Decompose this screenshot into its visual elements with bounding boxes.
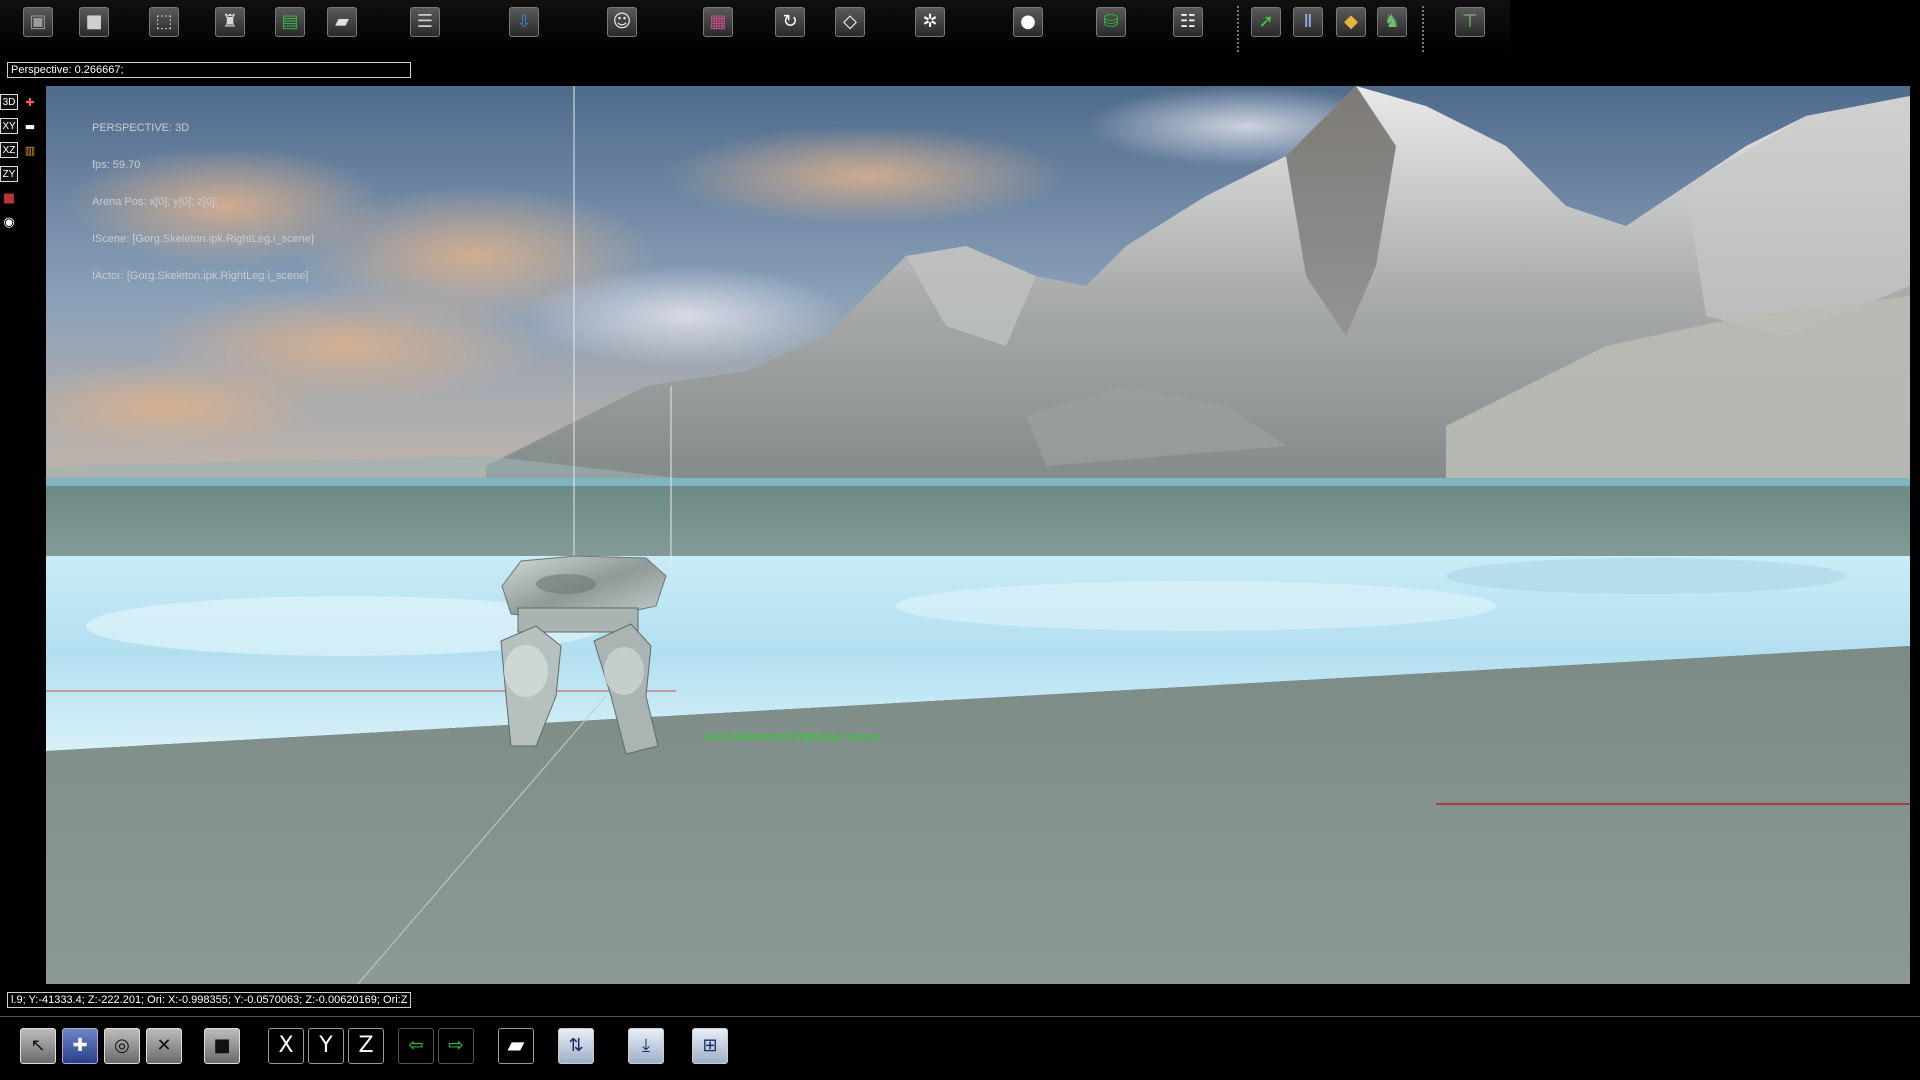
clapper-icon[interactable]: ▰ xyxy=(498,1028,534,1064)
particles-icon: ● xyxy=(1013,7,1043,37)
undo-arrow-icon[interactable]: ⇦ xyxy=(398,1028,434,1064)
axis-y-button[interactable]: Y xyxy=(308,1028,344,1064)
cube-wireframe-button[interactable]: ⬚ xyxy=(146,4,182,40)
hud-fps: fps: 59.70 xyxy=(92,159,141,171)
clapper-board-icon: ▰ xyxy=(327,7,357,37)
hud-iactor: IActor: [Gorg.Skeleton.ipk.RightLeg.i_sc… xyxy=(92,270,309,282)
object-label: Gorg.Skeleton.ipk.RightLeg.i_scene xyxy=(703,731,879,743)
texture-stack-icon: ▦ xyxy=(703,7,733,37)
loop-icon: ↻ xyxy=(775,7,805,37)
layers-stack-icon: ◆ xyxy=(1336,7,1366,37)
eagle-crest-button[interactable]: ♜ xyxy=(212,4,248,40)
rotate-sphere-icon[interactable]: ◎ xyxy=(104,1028,140,1064)
run-figure-button[interactable]: ➚ xyxy=(1248,4,1284,40)
open-folder-icon: ▣ xyxy=(23,7,53,37)
octahedron-icon: ◇ xyxy=(835,7,865,37)
loop-button[interactable]: ↻ xyxy=(772,4,808,40)
theater-masks-button[interactable]: ☺ xyxy=(604,4,640,40)
status-coordinates-field[interactable] xyxy=(7,992,411,1008)
axis-x-button[interactable]: X xyxy=(268,1028,304,1064)
save-icon: ■ xyxy=(79,7,109,37)
sliders-icon: ☷ xyxy=(1173,7,1203,37)
database-icon: ⛁ xyxy=(1096,7,1126,37)
square-icon[interactable]: ■ xyxy=(204,1028,240,1064)
eagle-shield-button[interactable]: ♞ xyxy=(1374,4,1410,40)
save-button[interactable]: ■ xyxy=(76,4,112,40)
clapper-board-button[interactable]: ▰ xyxy=(324,4,360,40)
orange-grid-icon[interactable]: ▥ xyxy=(21,142,39,158)
eagle-crest-icon: ♜ xyxy=(215,7,245,37)
bottom-toolbar: ↖ ✚ ◎ ✕ ■ X Y Z ⇦ ⇨ ▰ ⇅ ⤓ ⊞ xyxy=(0,1020,760,1080)
hud-iscene: IScene: [Gorg.Skeleton.ipk.RightLeg.i_sc… xyxy=(92,233,314,245)
top-toolbar: ▣ ■ ⬚ ♜ ▤ ▰ ☰ ⇩ ☺ ▦ ↻ ◇ ✲ ● ⛁ ☷ ➚ Ⅱ ◆ ♞ ⊤ xyxy=(0,0,1510,56)
3d-viewport[interactable]: PERSPECTIVE: 3D fps: 59.70 Arena Pos: x[… xyxy=(46,86,1910,984)
redo-arrow-icon[interactable]: ⇨ xyxy=(438,1028,474,1064)
sliders-button[interactable]: ☷ xyxy=(1170,4,1206,40)
network-tower-icon: ⊤ xyxy=(1455,7,1485,37)
network-tower-button[interactable]: ⊤ xyxy=(1452,4,1488,40)
open-folder-button[interactable]: ▣ xyxy=(20,4,56,40)
red-cross-icon[interactable]: ✚ xyxy=(21,94,39,110)
pause-circle-icon: Ⅱ xyxy=(1293,7,1323,37)
chart-map-icon: ▤ xyxy=(275,7,305,37)
view-xy-button[interactable]: XY xyxy=(0,118,18,134)
chart-map-button[interactable]: ▤ xyxy=(272,4,308,40)
red-square-icon[interactable]: ■ xyxy=(0,190,18,206)
hud-mode: PERSPECTIVE: 3D xyxy=(92,122,190,134)
view-zy-button[interactable]: ZY xyxy=(0,166,18,182)
molecule-button[interactable]: ✲ xyxy=(912,4,948,40)
octahedron-button[interactable]: ◇ xyxy=(832,4,868,40)
perspective-field[interactable] xyxy=(7,62,411,78)
pause-circle-button[interactable]: Ⅱ xyxy=(1290,4,1326,40)
grid-align-icon[interactable]: ⊞ xyxy=(692,1028,728,1064)
view-xz-button[interactable]: XZ xyxy=(0,142,18,158)
snap-down-icon[interactable]: ⤓ xyxy=(628,1028,664,1064)
eye-icon[interactable]: ◉ xyxy=(0,214,18,230)
particles-button[interactable]: ● xyxy=(1010,4,1046,40)
scale-arrows-icon[interactable]: ✕ xyxy=(146,1028,182,1064)
toolbar-separator xyxy=(1237,6,1239,52)
import-arrow-icon: ⇩ xyxy=(509,7,539,37)
database-button[interactable]: ⛁ xyxy=(1093,4,1129,40)
import-arrow-button[interactable]: ⇩ xyxy=(506,4,542,40)
run-figure-icon: ➚ xyxy=(1251,7,1281,37)
move-axes-icon[interactable]: ✚ xyxy=(62,1028,98,1064)
white-bar-icon[interactable]: ▬ xyxy=(21,118,39,134)
scene-render xyxy=(46,86,1910,984)
snap-vertical-icon[interactable]: ⇅ xyxy=(558,1028,594,1064)
hud-arena-pos: Arena Pos: x[0]; y[0]; z[0]; xyxy=(92,196,218,208)
theater-masks-icon: ☺ xyxy=(607,7,637,37)
select-arrow-icon[interactable]: ↖ xyxy=(20,1028,56,1064)
node-tree-icon: ☰ xyxy=(410,7,440,37)
node-tree-button[interactable]: ☰ xyxy=(407,4,443,40)
bottom-divider xyxy=(0,1016,1920,1017)
axis-z-button[interactable]: Z xyxy=(348,1028,384,1064)
view-3d-button[interactable]: 3D xyxy=(0,94,18,110)
molecule-icon: ✲ xyxy=(915,7,945,37)
cube-wireframe-icon: ⬚ xyxy=(149,7,179,37)
layers-stack-button[interactable]: ◆ xyxy=(1333,4,1369,40)
toolbar-separator xyxy=(1422,6,1424,52)
texture-stack-button[interactable]: ▦ xyxy=(700,4,736,40)
eagle-shield-icon: ♞ xyxy=(1377,7,1407,37)
